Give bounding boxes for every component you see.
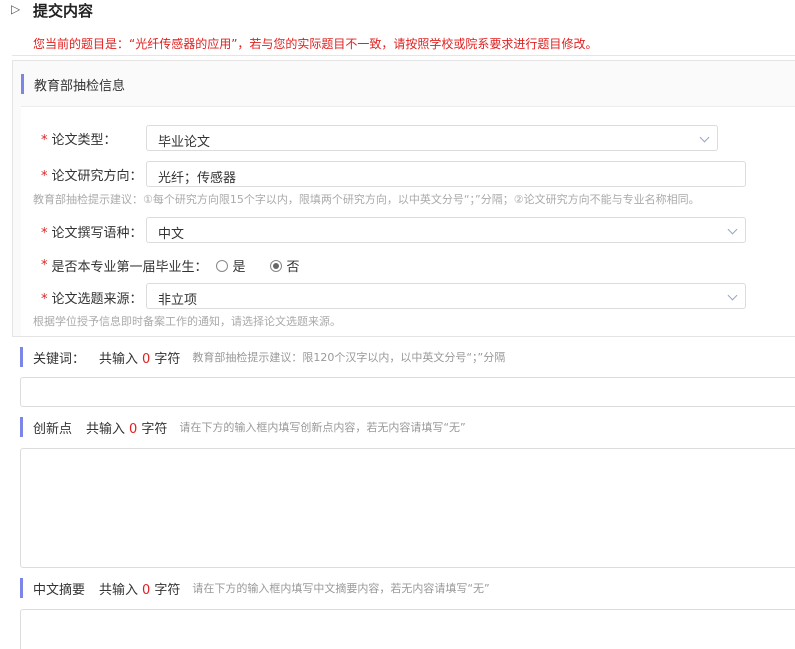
first-graduate-yes-radio[interactable]: 是	[215, 256, 246, 275]
section-accent-bar	[20, 347, 23, 367]
innovation-hint: 请在下方的输入框内填写创新点内容，若无内容请填写“无”	[179, 421, 466, 434]
research-direction-hint: 教育部抽检提示建议：①每个研究方向限15个字以内，限填两个研究方向，以中英文分号…	[33, 193, 700, 206]
section-accent-bar	[20, 578, 23, 598]
innovation-textarea[interactable]	[20, 448, 795, 568]
language-value: 中文	[158, 227, 185, 242]
innovation-count: 共输入 0 字符	[86, 421, 168, 437]
research-direction-input[interactable]: 光纤；传感器	[146, 161, 746, 187]
required-mark: *	[41, 292, 48, 307]
section-accent-bar	[20, 417, 23, 437]
chevron-down-icon	[727, 290, 738, 301]
topic-source-select[interactable]: 非立项	[146, 283, 746, 309]
topic-source-value: 非立项	[158, 293, 198, 308]
first-graduate-label: 是否本专业第一届毕业生：	[51, 260, 208, 275]
thesis-type-value: 毕业论文	[158, 135, 211, 150]
section-accent-bar	[21, 74, 24, 94]
moe-form: * 论文类型： 毕业论文 * 论文研究方向： 光纤；传感器 教育部抽检提示建议：①每…	[21, 106, 795, 336]
thesis-type-label: * 论文类型：	[41, 133, 117, 148]
language-label: * 论文撰写语种：	[41, 226, 143, 241]
radio-checked-icon	[269, 259, 282, 272]
innovation-header: 创新点 共输入 0 字符 请在下方的输入框内填写创新点内容，若无内容请填写“无”	[20, 417, 466, 437]
innovation-label: 创新点	[33, 421, 73, 437]
thesis-type-select[interactable]: 毕业论文	[146, 125, 718, 151]
abstract-count: 共输入 0 字符	[99, 582, 181, 598]
page-header: ▷ 提交内容	[0, 0, 795, 22]
topic-source-hint: 根据学位授予信息即时备案工作的通知，请选择论文选题来源。	[33, 315, 341, 328]
moe-section-header: 教育部抽检信息	[21, 74, 125, 94]
moe-section: 教育部抽检信息 * 论文类型： 毕业论文 * 论文研究方向： 光纤；传感器 教育部抽…	[12, 60, 795, 337]
research-direction-label: * 论文研究方向：	[41, 169, 143, 184]
research-direction-value: 光纤；传感器	[158, 171, 237, 186]
page-title: 提交内容	[33, 2, 94, 20]
divider	[12, 55, 795, 56]
radio-circle-icon	[215, 259, 228, 272]
required-mark: *	[41, 169, 48, 184]
keywords-header: 关键词： 共输入 0 字符 教育部抽检提示建议：限120个汉字以内，以中英文分号“；…	[20, 347, 505, 367]
expand-triangle-icon[interactable]: ▷	[11, 2, 20, 16]
first-graduate-row: * 是否本专业第一届毕业生： 是 否	[41, 256, 300, 275]
language-select[interactable]: 中文	[146, 217, 746, 243]
abstract-label: 中文摘要	[33, 582, 86, 598]
abstract-textarea[interactable]	[20, 609, 795, 649]
abstract-hint: 请在下方的输入框内填写中文摘要内容，若无内容请填写“无”	[192, 582, 490, 595]
abstract-header: 中文摘要 共输入 0 字符 请在下方的输入框内填写中文摘要内容，若无内容请填写“无”	[20, 578, 490, 598]
keywords-hint: 教育部抽检提示建议：限120个汉字以内，以中英文分号“；”分隔	[192, 351, 506, 364]
required-mark: *	[41, 226, 48, 241]
chevron-down-icon	[699, 132, 710, 143]
keywords-input[interactable]	[20, 377, 795, 407]
moe-section-title: 教育部抽检信息	[34, 78, 126, 94]
required-mark: *	[41, 133, 48, 148]
required-mark: *	[41, 258, 48, 273]
topic-source-label: * 论文选题来源：	[41, 292, 143, 307]
keywords-label: 关键词：	[33, 351, 86, 367]
chevron-down-icon	[727, 224, 738, 235]
title-notice: 您当前的题目是：“光纤传感器的应用”，若与您的实际题目不一致，请按照学校或院系要…	[33, 37, 598, 51]
first-graduate-no-radio[interactable]: 否	[269, 256, 300, 275]
keywords-count: 共输入 0 字符	[99, 351, 181, 367]
